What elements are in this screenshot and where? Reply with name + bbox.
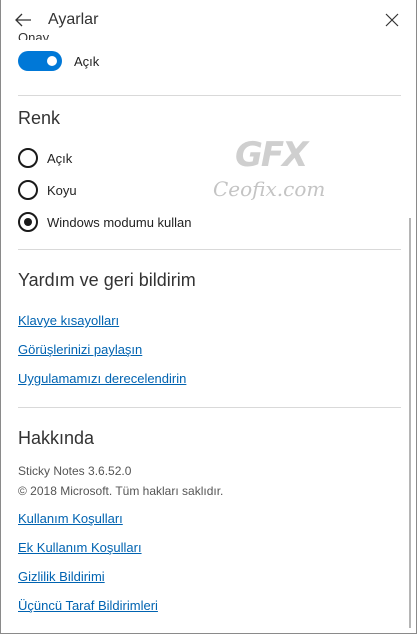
radio-button-windows-mode[interactable] [18,212,38,232]
radio-label-windows-mode: Windows modumu kullan [47,214,192,230]
share-feedback-link[interactable]: Görüşlerinizi paylaşın [18,342,142,357]
close-button[interactable] [378,6,406,34]
about-section-title: Hakkında [18,428,95,448]
section-divider [18,407,401,408]
watermark-text: Ceofix.com [213,177,326,201]
confirm-toggle-switch[interactable] [18,51,62,71]
toggle-state-label: Açık [74,54,100,69]
terms-of-use-link[interactable]: Kullanım Koşulları [18,511,123,526]
copyright-text: © 2018 Microsoft. Tüm hakları saklıdır. [18,484,224,498]
rate-app-link[interactable]: Uygulamamızı derecelendirin [18,371,186,386]
watermark: GFX Ceofix.com [213,135,333,205]
radio-option-windows-mode[interactable]: Windows modumu kullan [18,211,192,233]
toggle-knob [47,56,57,66]
color-section-title: Renk [18,108,61,128]
additional-terms-link[interactable]: Ek Kullanım Koşulları [18,540,142,555]
help-section-title: Yardım ve geri bildirim [18,270,196,290]
watermark-logo: GFX [235,135,308,175]
partially-scrolled-label: Onay [18,30,50,40]
radio-label-light: Açık [47,150,73,166]
radio-option-light[interactable]: Açık [18,147,72,169]
privacy-statement-link[interactable]: Gizlilik Bildirimi [18,569,105,584]
vertical-scrollbar[interactable] [409,218,411,628]
radio-option-dark[interactable]: Koyu [18,179,77,201]
radio-label-dark: Koyu [47,182,77,198]
app-version: Sticky Notes 3.6.52.0 [18,464,132,478]
section-divider [18,95,401,96]
close-icon [385,13,399,27]
section-divider [18,249,401,250]
third-party-notices-link[interactable]: Üçüncü Taraf Bildirimleri [18,598,158,613]
radio-button-light[interactable] [18,148,38,168]
radio-button-dark[interactable] [18,180,38,200]
settings-window: Ayarlar Onay Açık Renk Açık Koyu Windows… [0,0,417,634]
keyboard-shortcuts-link[interactable]: Klavye kısayolları [18,313,119,328]
